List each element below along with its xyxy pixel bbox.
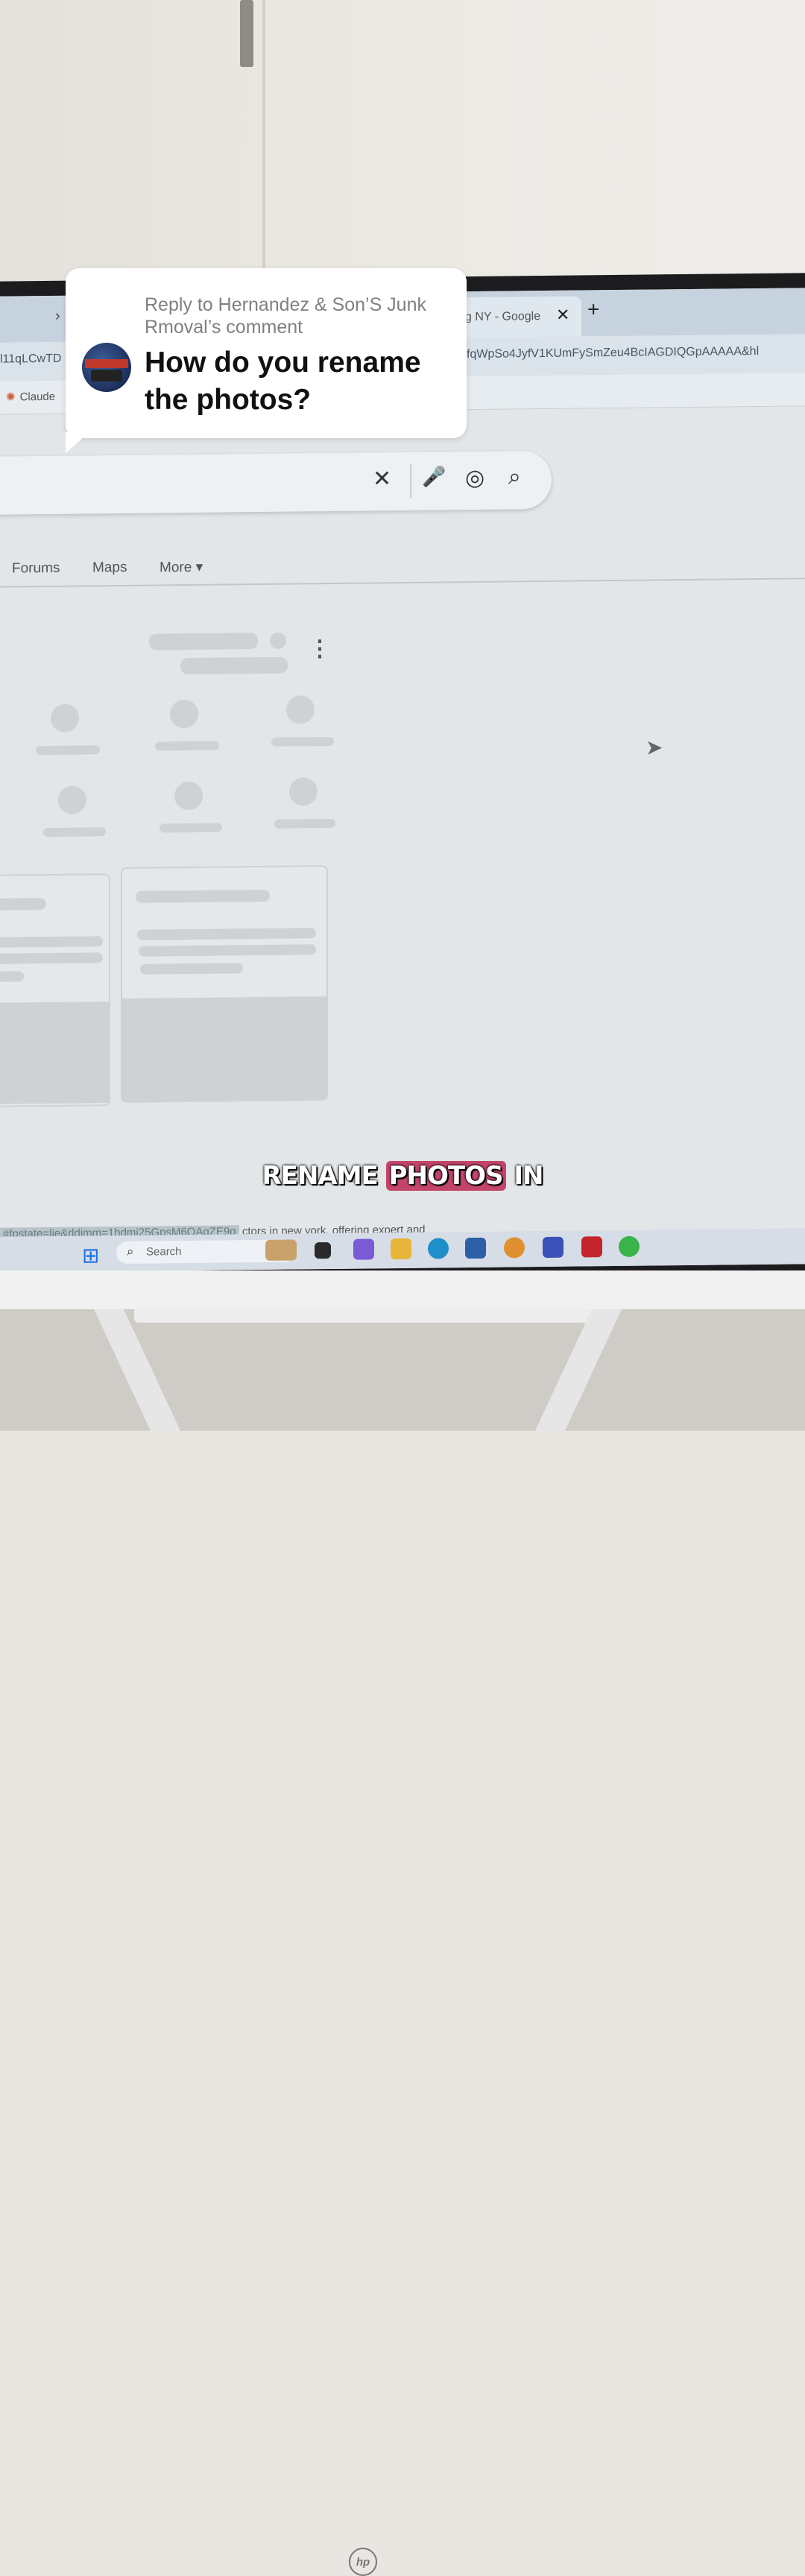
truck-icon <box>91 370 122 382</box>
loading-placeholder <box>136 889 270 903</box>
copilot-icon[interactable] <box>353 1238 374 1260</box>
whatsapp-icon[interactable] <box>619 1235 640 1257</box>
loading-placeholder <box>139 944 316 957</box>
more-options-icon[interactable]: ⋮ <box>309 636 331 662</box>
tab-maps[interactable]: Maps <box>92 560 127 576</box>
hp-logo: hp <box>349 2548 377 2576</box>
bookmark-claude[interactable]: ✺ Claude <box>6 390 55 404</box>
comment-question: How do you rename the photos? <box>145 346 421 416</box>
loading-placeholder <box>140 963 243 975</box>
loading-image-placeholder <box>122 996 326 1101</box>
loading-avatar-placeholder <box>286 695 315 724</box>
loading-avatar-placeholder <box>170 699 198 729</box>
close-tab-icon[interactable]: ✕ <box>556 306 569 325</box>
mouse-cursor-icon: ➤ <box>645 735 663 759</box>
loading-placeholder <box>0 898 46 911</box>
task-view-icon[interactable] <box>315 1242 331 1259</box>
loading-placeholder <box>180 656 288 675</box>
loading-placeholder <box>0 971 24 982</box>
app-icon[interactable] <box>543 1236 564 1259</box>
file-explorer-icon[interactable] <box>391 1238 411 1260</box>
edge-icon[interactable] <box>428 1238 449 1259</box>
new-tab-button[interactable]: + <box>587 297 599 321</box>
tab-forums[interactable]: Forums <box>12 560 60 577</box>
lens-icon[interactable]: ◎ <box>465 465 484 491</box>
bubble-tail <box>66 432 89 453</box>
tab-title: g NY - Google <box>465 310 541 324</box>
loading-placeholder <box>36 745 100 756</box>
google-search-box[interactable]: ✕ 🎤 ◎ ⌕ <box>0 450 552 516</box>
loading-image-placeholder <box>0 1001 109 1104</box>
loading-card <box>121 865 328 1103</box>
mcafee-icon[interactable] <box>581 1236 602 1258</box>
caption-text: RENAME PHOTOS IN <box>262 1161 543 1191</box>
claude-icon: ✺ <box>6 390 16 404</box>
url-text-left: l11qLCwTD <box>0 352 62 366</box>
loading-placeholder <box>137 928 316 940</box>
loading-placeholder <box>155 741 219 751</box>
loading-avatar-placeholder <box>58 785 86 814</box>
loading-avatar-placeholder <box>289 777 318 806</box>
loading-placeholder <box>149 633 258 651</box>
avatar-banner <box>85 359 128 368</box>
video-caption: RENAME PHOTOS IN <box>0 1161 805 1191</box>
monitor-chin: hp <box>0 1270 805 2576</box>
tab-more[interactable]: More ▾ <box>160 559 203 577</box>
store-icon[interactable] <box>465 1237 486 1259</box>
reply-to-label: Reply to Hernandez & Son’S Junk Rmoval’s… <box>145 294 426 338</box>
wall-background <box>0 0 805 298</box>
microphone-icon[interactable]: 🎤 <box>422 465 446 488</box>
loading-placeholder <box>0 952 103 964</box>
caption-highlight-word: PHOTOS <box>385 1161 506 1191</box>
caption-word: RENAME <box>262 1161 379 1191</box>
active-browser-tab[interactable]: g NY - Google ✕ <box>455 296 581 338</box>
chrome-icon[interactable] <box>504 1237 525 1259</box>
loading-avatar-placeholder <box>174 781 203 811</box>
loading-placeholder <box>160 823 222 833</box>
loading-placeholder <box>0 936 103 948</box>
loading-placeholder <box>274 818 335 829</box>
loading-card <box>0 873 110 1107</box>
windows-start-icon[interactable]: ⊞ <box>82 1243 99 1268</box>
loading-avatar-placeholder <box>51 703 79 732</box>
caption-word: IN <box>514 1161 543 1191</box>
search-icon: ⌕ <box>127 1244 134 1259</box>
search-divider <box>410 463 411 499</box>
loading-placeholder <box>43 827 106 838</box>
clear-search-icon[interactable]: ✕ <box>373 466 391 492</box>
previous-tab-fragment[interactable]: › <box>55 308 60 325</box>
loading-placeholder <box>270 632 286 649</box>
search-nav-tabs: Forums Maps More ▾ <box>0 545 805 588</box>
wall-corner <box>262 0 265 283</box>
loading-placeholder <box>271 736 334 747</box>
door-hinge <box>240 0 253 67</box>
avatar <box>82 343 131 392</box>
search-icon[interactable]: ⌕ <box>508 464 521 490</box>
url-text-right: fqWpSo4JyfV1KUmFySmZeu4BcIAGDIQGpAAAAA&h… <box>467 344 760 361</box>
widgets-icon[interactable] <box>265 1239 297 1261</box>
reply-comment-bubble[interactable]: Reply to Hernandez & Son’S Junk Rmoval’s… <box>66 268 467 438</box>
